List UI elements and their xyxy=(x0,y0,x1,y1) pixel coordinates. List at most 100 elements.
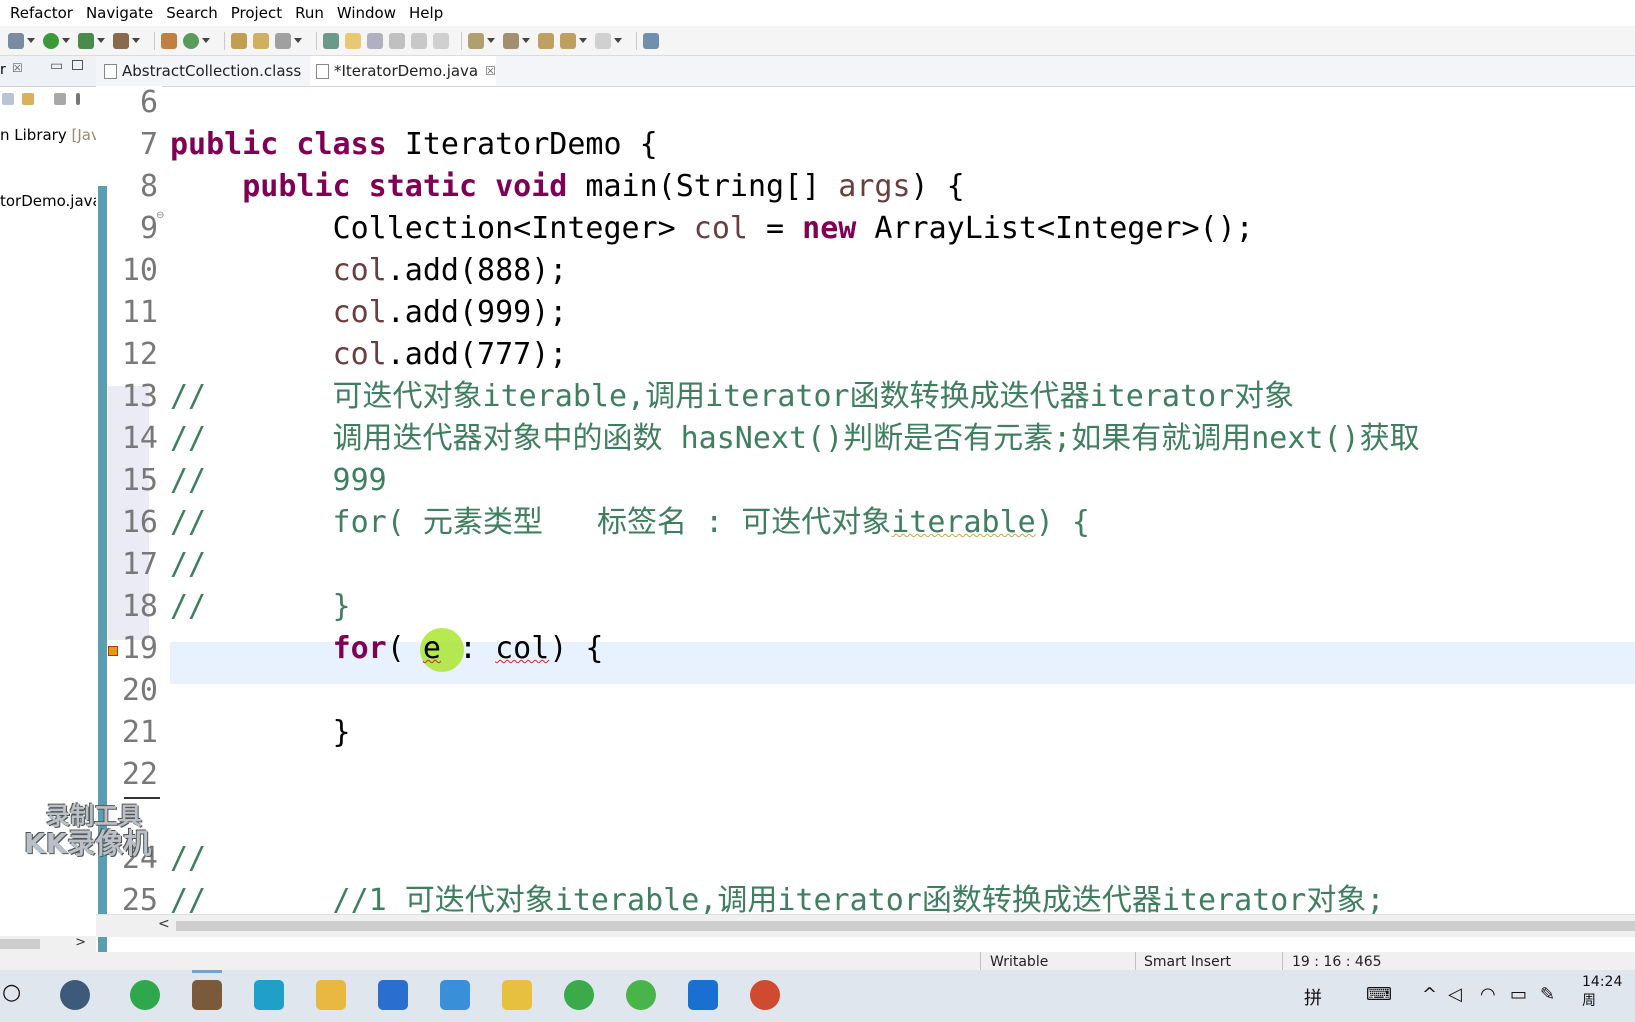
close-icon[interactable]: ☒ xyxy=(485,64,496,78)
code-line-14: // 调用迭代器对象中的函数 hasNext()判断是否有元素;如果有就调用ne… xyxy=(170,421,1420,456)
chevron-down-icon[interactable] xyxy=(522,38,530,43)
edge-app-icon[interactable] xyxy=(564,980,594,1010)
chevron-down-icon[interactable] xyxy=(62,38,70,43)
menu-project[interactable]: Project xyxy=(231,4,282,22)
code-line-21: } xyxy=(170,715,351,750)
scrollbar-thumb[interactable] xyxy=(0,939,40,949)
word-app-icon[interactable] xyxy=(378,980,408,1010)
menu-navigate[interactable]: Navigate xyxy=(86,4,153,22)
menu-search[interactable]: Search xyxy=(166,4,218,22)
chevron-up-icon[interactable]: ^ xyxy=(1422,984,1437,1005)
previous-annotation-icon[interactable] xyxy=(503,32,519,49)
collapse-all-icon[interactable] xyxy=(2,93,14,105)
scroll-right-icon[interactable]: > xyxy=(75,935,86,950)
recorder-app-icon[interactable] xyxy=(192,980,222,1010)
menu-help[interactable]: Help xyxy=(409,4,443,22)
package-explorer-hscrollbar[interactable]: > xyxy=(0,935,96,952)
toolbar-separator xyxy=(154,31,155,50)
scroll-left-icon[interactable]: < xyxy=(158,916,170,932)
show-whitespace-icon[interactable] xyxy=(411,32,427,49)
run-icon[interactable] xyxy=(43,32,59,49)
package-explorer-toolbar xyxy=(0,87,96,111)
browser-app-icon[interactable] xyxy=(440,980,470,1010)
forward-icon[interactable] xyxy=(595,32,611,49)
editor-hscrollbar[interactable]: < xyxy=(96,914,1635,937)
chevron-down-icon[interactable] xyxy=(202,38,210,43)
status-insert-mode[interactable]: Smart Insert xyxy=(1144,954,1231,970)
ime-indicator[interactable]: 拼 xyxy=(1304,984,1322,1010)
cloud-app-icon[interactable] xyxy=(688,980,718,1010)
chevron-down-icon[interactable] xyxy=(132,38,140,43)
new-package-icon[interactable] xyxy=(161,32,177,49)
volume-icon[interactable]: ◁ xyxy=(1448,984,1462,1005)
notes-app-icon[interactable] xyxy=(502,980,532,1010)
code-area[interactable]: 6 7 8 9 10 11 12 13 14 15 16 17 18 19 20… xyxy=(108,85,1635,936)
status-separator xyxy=(1282,952,1283,970)
pin-editor-icon[interactable] xyxy=(643,32,659,49)
media-app-icon[interactable] xyxy=(750,980,780,1010)
menu-window[interactable]: Window xyxy=(337,4,396,22)
line-number: 6 xyxy=(139,85,158,120)
last-edit-icon[interactable] xyxy=(538,32,554,49)
chevron-down-icon[interactable] xyxy=(27,38,35,43)
code-line-15: // 999 xyxy=(170,463,387,498)
menu-refactor[interactable]: Refactor xyxy=(10,4,73,22)
mark-occurrences-icon[interactable] xyxy=(345,32,361,49)
battery-icon[interactable]: ▭ xyxy=(1510,984,1527,1005)
java-file-icon xyxy=(316,63,329,79)
back-icon[interactable] xyxy=(560,32,576,49)
add-app-icon[interactable] xyxy=(130,980,160,1010)
chevron-down-icon[interactable] xyxy=(614,38,622,43)
keyboard-icon[interactable]: ⌨ xyxy=(1366,984,1392,1005)
open-resource-icon[interactable] xyxy=(253,32,269,49)
debug-icon[interactable] xyxy=(8,32,24,49)
code-line-11: col.add(999); xyxy=(332,295,568,330)
search-icon[interactable] xyxy=(275,32,291,49)
error-marker-icon[interactable] xyxy=(108,646,118,656)
tree-item-iterator-demo[interactable]: torDemo.java xyxy=(0,192,96,210)
toolbar-separator xyxy=(316,31,317,50)
close-icon[interactable]: ☒ xyxy=(12,61,23,75)
code-line-17: // xyxy=(170,547,207,582)
coverage-icon[interactable] xyxy=(78,32,94,49)
package-explorer-tab[interactable]: r ☒ ▭ xyxy=(0,56,96,87)
tab-iterator-demo[interactable]: *IteratorDemo.java ☒ xyxy=(310,56,496,86)
maximize-icon[interactable] xyxy=(72,60,83,70)
tree-item-jre-library[interactable]: n Library [Java xyxy=(0,126,96,144)
search-icon[interactable]: ○ xyxy=(2,980,21,1005)
view-menu-icon[interactable] xyxy=(76,93,80,105)
code-line-18: // } xyxy=(170,589,351,624)
clock[interactable]: 14:24 周 xyxy=(1582,974,1635,1010)
status-separator xyxy=(1135,952,1136,970)
fold-collapse-icon[interactable]: ⊖ xyxy=(156,210,164,221)
file-explorer-icon[interactable] xyxy=(316,980,346,1010)
eclipse-app-icon[interactable] xyxy=(254,980,284,1010)
external-tools-icon[interactable] xyxy=(113,32,129,49)
word-wrap-icon[interactable] xyxy=(389,32,405,49)
chevron-down-icon[interactable] xyxy=(294,38,302,43)
pilcrow-icon[interactable] xyxy=(433,32,449,49)
next-annotation-icon[interactable] xyxy=(468,32,484,49)
open-type-icon[interactable] xyxy=(231,32,247,49)
network-icon[interactable]: ◠ xyxy=(1480,984,1496,1005)
class-file-icon xyxy=(104,63,117,79)
filter-icon[interactable] xyxy=(54,93,66,105)
chevron-down-icon[interactable] xyxy=(579,38,587,43)
new-class-icon[interactable] xyxy=(183,32,199,49)
fan-app-icon[interactable] xyxy=(60,980,90,1010)
link-editor-icon[interactable] xyxy=(22,93,34,105)
pen-icon[interactable]: ✎ xyxy=(1540,984,1555,1005)
block-selection-icon[interactable] xyxy=(367,32,383,49)
chevron-down-icon[interactable] xyxy=(487,38,495,43)
annotation-icon[interactable] xyxy=(323,32,339,49)
line-number: 7 xyxy=(139,127,158,162)
scrollbar-thumb[interactable] xyxy=(176,921,1635,931)
minimize-icon[interactable]: ▭ xyxy=(50,58,63,74)
code-line-9: Collection<Integer> col = new ArrayList<… xyxy=(332,211,1254,246)
chevron-down-icon[interactable] xyxy=(97,38,105,43)
line-number: 12 xyxy=(121,337,158,372)
wechat-app-icon[interactable] xyxy=(626,980,656,1010)
code-line-12: col.add(777); xyxy=(332,337,568,372)
menu-run[interactable]: Run xyxy=(295,4,324,22)
status-cursor-position: 19 : 16 : 465 xyxy=(1292,954,1382,970)
